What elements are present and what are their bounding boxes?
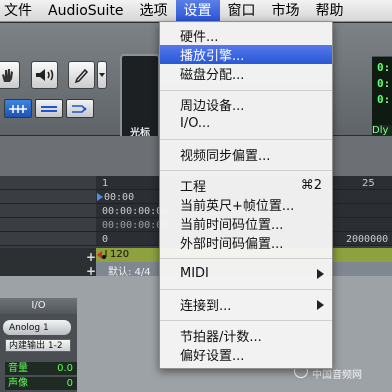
bar-number-25: 25: [362, 178, 375, 189]
digital-counter-line-3: 0:: [377, 93, 391, 106]
menu-item-preferences-label: 偏好设置...: [180, 349, 245, 364]
menu-window[interactable]: 窗口: [220, 0, 264, 22]
slip-mode-icon: [41, 105, 57, 112]
session-shortcut: ⌘2: [300, 178, 322, 193]
slip-mode-button[interactable]: [35, 99, 63, 118]
grid-mode-icon: [9, 104, 27, 113]
menu-item-external-timecode-offset[interactable]: 外部时间码偏置...: [160, 233, 332, 252]
menu-item-peripherals-label: 周边设备...: [180, 99, 245, 114]
grid-mode-button[interactable]: [4, 99, 32, 118]
menu-item-preferences[interactable]: 偏好设置...: [160, 345, 332, 364]
menu-separator: [160, 170, 332, 171]
menu-separator: [160, 258, 332, 259]
menu-item-connect-to[interactable]: 连接到...: [160, 295, 332, 314]
min-sec-start: 00:00: [104, 192, 135, 203]
menu-separator: [160, 90, 332, 91]
submenu-arrow-icon: [317, 268, 324, 279]
delay-compensation-label: Dly: [372, 125, 389, 136]
menu-item-disk-allocation[interactable]: 磁盘分配...: [160, 64, 332, 83]
menu-separator: [160, 139, 332, 140]
menu-item-disk-allocation-label: 磁盘分配...: [180, 68, 245, 83]
menu-item-current-feet-frames-label: 当前英尺+帧位置...: [180, 199, 295, 214]
io-header: I/O: [0, 298, 77, 314]
menu-separator: [160, 320, 332, 321]
output-selector-label: 内建输出 1-2: [9, 341, 63, 351]
menu-item-click-countoff-label: 节拍器/计数...: [180, 330, 262, 345]
menu-item-click-countoff[interactable]: 节拍器/计数...: [160, 326, 332, 345]
menu-item-midi-label: MIDI: [180, 266, 209, 281]
shuffle-mode-button[interactable]: [66, 99, 94, 118]
digital-counter-panel: 0: 0: 0:: [372, 56, 392, 128]
hand-tool-button[interactable]: [0, 61, 20, 89]
menu-item-video-sync-offset[interactable]: 视频同步偏置...: [160, 145, 332, 164]
menu-item-current-timecode[interactable]: 当前时间码位置...: [160, 214, 332, 233]
menu-item-connect-to-label: 连接到...: [180, 299, 232, 314]
menu-bar: 文件 AudioSuite 选项 设置 窗口 市场 帮助: [0, 0, 392, 22]
setup-menu: 硬件... 播放引擎... 磁盘分配... 周边设备... I/O... 视频同…: [159, 21, 333, 369]
menu-item-external-timecode-offset-label: 外部时间码偏置...: [180, 237, 284, 252]
menu-item-session[interactable]: 工程 ⌘2: [160, 176, 332, 195]
menu-help[interactable]: 帮助: [308, 0, 352, 22]
samples-2000000: 2000000: [346, 234, 389, 245]
menu-item-current-timecode-label: 当前时间码位置...: [180, 218, 284, 233]
volume-label: 音量: [8, 363, 28, 374]
pencil-tool-button[interactable]: [68, 61, 95, 89]
menu-marketplace[interactable]: 市场: [264, 0, 308, 22]
bar-number-1: 1: [102, 178, 109, 189]
pan-value: 0: [66, 378, 73, 389]
tempo-value: 120: [110, 249, 130, 260]
menu-item-midi[interactable]: MIDI: [160, 264, 332, 283]
menu-separator: [160, 289, 332, 290]
tempo-marker-icon: [97, 250, 107, 259]
pan-label: 声像: [8, 378, 28, 389]
digital-counter-line-2: 0:: [377, 77, 391, 90]
input-selector[interactable]: Anolog 1: [3, 320, 71, 335]
pan-readout[interactable]: 声像 0: [5, 377, 77, 390]
pencil-icon: [74, 68, 88, 84]
samples-zero: 0: [102, 234, 109, 245]
menu-options[interactable]: 选项: [132, 0, 176, 22]
menu-file[interactable]: 文件: [0, 0, 40, 22]
output-selector[interactable]: 内建输出 1-2: [5, 339, 71, 352]
menu-item-current-feet-frames[interactable]: 当前英尺+帧位置...: [160, 195, 332, 214]
digital-counter-line-1: 0:: [377, 61, 391, 74]
chevron-down-icon: [99, 73, 105, 77]
menu-item-video-sync-offset-label: 视频同步偏置...: [180, 149, 271, 164]
input-selector-label: Anolog 1: [9, 322, 49, 333]
shuffle-mode-icon: [72, 104, 87, 113]
menu-item-hardware[interactable]: 硬件...: [160, 26, 332, 45]
menu-item-playback-engine-label: 播放引擎...: [180, 49, 245, 64]
playhead-marker-icon: [97, 193, 103, 201]
pencil-mode-dropdown[interactable]: [97, 61, 107, 89]
menu-item-io[interactable]: I/O...: [160, 114, 332, 133]
menu-item-io-label: I/O...: [180, 116, 211, 131]
menu-audiosuite[interactable]: AudioSuite: [40, 0, 132, 22]
menu-item-hardware-label: 硬件...: [180, 30, 219, 45]
menu-item-peripherals[interactable]: 周边设备...: [160, 95, 332, 114]
volume-readout[interactable]: 音量 0.0: [5, 362, 77, 375]
menu-item-session-label: 工程: [180, 180, 207, 195]
volume-value: 0.0: [57, 363, 73, 374]
menu-setup[interactable]: 设置: [175, 0, 220, 22]
submenu-arrow-icon: [317, 299, 324, 310]
main-counter: 光标: [120, 54, 160, 146]
speaker-tool-button[interactable]: [31, 61, 58, 89]
hand-icon: [1, 69, 13, 82]
add-tempo-button[interactable]: +: [86, 250, 96, 264]
menu-item-playback-engine[interactable]: 播放引擎...: [160, 45, 332, 64]
speaker-icon: [35, 69, 53, 81]
